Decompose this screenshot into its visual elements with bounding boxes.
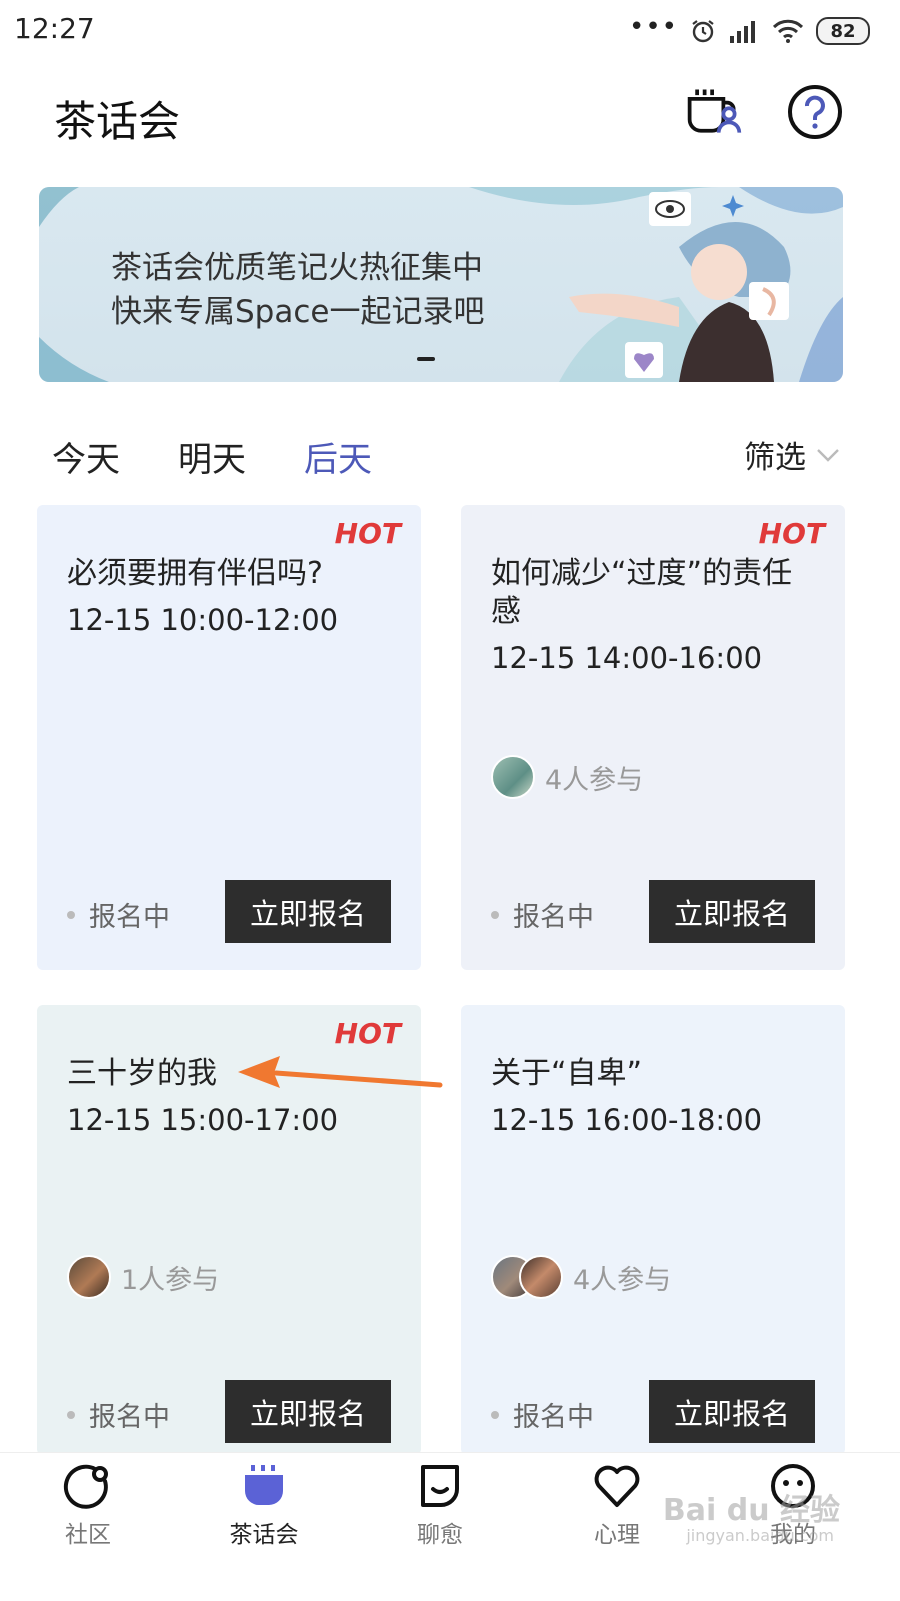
tea-party-icon: [245, 1465, 283, 1505]
nav-label: 社区: [65, 1522, 111, 1548]
day-tabs: 今天 明天 后天: [52, 432, 372, 481]
hot-badge: HOT: [334, 1017, 401, 1050]
participant-count: 4人参与: [545, 764, 644, 796]
join-button[interactable]: 立即报名: [225, 1380, 391, 1443]
event-card[interactable]: HOT 必须要拥有伴侣吗? 12-15 10:00-12:00 报名中 立即报名: [37, 505, 421, 970]
participants: 1人参与: [67, 1255, 219, 1299]
participant-count: 4人参与: [573, 1264, 672, 1296]
help-button[interactable]: [785, 82, 845, 142]
wifi-icon: [772, 19, 804, 43]
event-title: 必须要拥有伴侣吗?: [67, 556, 323, 591]
status-text: 报名中: [513, 1402, 594, 1433]
hot-badge: HOT: [334, 517, 401, 550]
nav-chat-heal[interactable]: 聊愈: [385, 1461, 495, 1549]
participant-count: 1人参与: [121, 1264, 220, 1296]
avatar: [519, 1255, 563, 1299]
event-card[interactable]: HOT 如何减少“过度”的责任感 12-15 14:00-16:00 4人参与 …: [461, 505, 845, 970]
join-button[interactable]: 立即报名: [649, 880, 815, 943]
status-text: 报名中: [89, 902, 170, 933]
status-icons: ••• 82: [629, 14, 870, 48]
status-text: 报名中: [89, 1402, 170, 1433]
cup-user-icon: [687, 89, 742, 133]
join-button[interactable]: 立即报名: [225, 880, 391, 943]
banner-line-1: 茶话会优质笔记火热征集中: [111, 250, 483, 286]
question-icon: [788, 85, 842, 139]
battery-indicator: 82: [816, 17, 870, 45]
event-title: 关于“自卑”: [491, 1056, 643, 1091]
banner-page-indicator: [417, 357, 435, 361]
avatar: [67, 1255, 111, 1299]
avatar-group: [491, 1255, 563, 1299]
hot-badge: HOT: [758, 517, 825, 550]
status-text: 报名中: [513, 902, 594, 933]
community-icon: [63, 1464, 108, 1509]
tab-tomorrow[interactable]: 明天: [178, 432, 246, 481]
heart-icon: [594, 1465, 640, 1507]
signal-icon: [730, 21, 755, 43]
event-status: 报名中: [491, 895, 594, 934]
status-dot: [67, 1410, 75, 1419]
avatar-group: [491, 755, 535, 799]
event-title: 如何减少“过度”的责任感: [491, 556, 793, 629]
event-status: 报名中: [67, 1395, 170, 1434]
participants: 4人参与: [491, 1255, 671, 1299]
avatar: [491, 755, 535, 799]
status-dot: [491, 910, 499, 919]
nav-label: 心理: [594, 1522, 640, 1548]
event-card[interactable]: 关于“自卑” 12-15 16:00-18:00 4人参与 报名中 立即报名: [461, 1005, 845, 1455]
filter-button[interactable]: 筛选: [744, 432, 840, 477]
nav-label: 聊愈: [417, 1522, 463, 1548]
more-dots: •••: [628, 12, 678, 42]
event-time: 12-15 10:00-12:00: [67, 603, 339, 637]
banner-line-2: 快来专属Space一起记录吧: [111, 294, 485, 330]
event-status: 报名中: [67, 895, 170, 934]
participants: 4人参与: [491, 755, 643, 799]
nav-psychology[interactable]: 心理: [562, 1461, 672, 1549]
watermark-url: jingyan.baidu.com: [686, 1526, 834, 1545]
watermark: Bai du 经验: [662, 1493, 840, 1528]
nav-tea-party[interactable]: 茶话会: [209, 1461, 319, 1549]
page-title: 茶话会: [54, 97, 181, 146]
avatar-group: [67, 1255, 111, 1299]
status-dot: [67, 910, 75, 919]
join-button[interactable]: 立即报名: [649, 1380, 815, 1443]
nav-community[interactable]: 社区: [33, 1461, 143, 1549]
event-time: 12-15 16:00-18:00: [491, 1103, 763, 1137]
chat-heal-icon: [421, 1465, 459, 1507]
my-tea-party-button[interactable]: [684, 82, 744, 142]
arrow-annotation: [238, 1056, 443, 1088]
event-time: 12-15 15:00-17:00: [67, 1103, 339, 1137]
nav-label: 茶话会: [229, 1522, 299, 1548]
status-bar: 12:27 ••• 82: [0, 0, 900, 62]
event-status: 报名中: [491, 1395, 594, 1434]
filter-label: 筛选: [744, 440, 806, 476]
alarm-icon: [692, 20, 714, 43]
tab-today[interactable]: 今天: [52, 432, 120, 481]
status-dot: [491, 1410, 499, 1419]
event-time: 12-15 14:00-16:00: [491, 641, 763, 675]
tab-day-after-tomorrow[interactable]: 后天: [304, 432, 372, 481]
chevron-down-icon: [817, 448, 839, 462]
promo-banner[interactable]: 茶话会优质笔记火热征集中 快来专属Space一起记录吧: [39, 187, 843, 382]
status-time: 12:27: [14, 12, 95, 45]
